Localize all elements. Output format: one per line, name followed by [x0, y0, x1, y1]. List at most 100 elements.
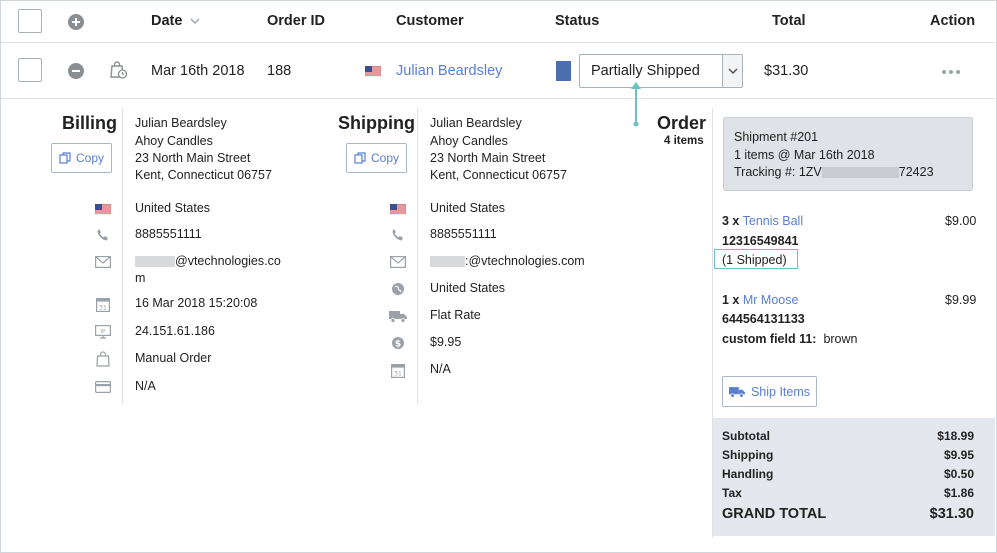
shipped-note: (1 Shipped) [714, 249, 798, 269]
line-item-mr-moose: 1 x Mr Moose [722, 293, 799, 307]
shipping-email-link[interactable]: :@vtechnologies.com [430, 254, 585, 268]
handling-value: $0.50 [943, 467, 974, 481]
status-select[interactable]: Partially Shipped [579, 54, 743, 88]
dollar-coin-icon: $ [389, 335, 407, 351]
redacted-block [430, 256, 465, 268]
tax-label: Tax [722, 486, 742, 500]
svg-text:31: 31 [394, 370, 402, 377]
redacted-block [821, 167, 899, 179]
callout-arrow-icon [631, 82, 641, 127]
billing-email-wrap[interactable]: m [135, 271, 145, 285]
shipping-country-link[interactable]: United States [430, 281, 505, 295]
credit-card-icon [94, 379, 112, 395]
shipping-copy-button[interactable]: Copy [346, 143, 407, 173]
table-row: Mar 16th 2018 188 Julian Beardsley Parti… [1, 43, 995, 99]
order-id-column-header: Order ID [267, 13, 326, 29]
subtotal-value: $18.99 [937, 429, 974, 443]
more-actions-icon[interactable] [942, 70, 960, 74]
billing-date: 16 Mar 2018 15:20:08 [135, 296, 258, 310]
shipping-street: 23 North Main Street [430, 151, 546, 165]
billing-payment: N/A [135, 379, 156, 393]
us-flag-icon [364, 65, 382, 80]
table-header: Date Order ID Customer Status Total Acti… [1, 1, 995, 43]
billing-ip-link[interactable]: 24.151.61.186 [135, 324, 215, 338]
total-column-header: Total [772, 13, 806, 29]
billing-street: 23 North Main Street [135, 151, 251, 165]
billing-divider [122, 108, 123, 404]
billing-copy-button[interactable]: Copy [51, 143, 112, 173]
ip-address-icon: IP [94, 324, 112, 340]
tennis-ball-price: $9.00 [945, 214, 977, 228]
billing-email-link[interactable]: @vtechnologies.co [135, 254, 281, 268]
copy-icon [354, 152, 366, 164]
subtotal-label: Subtotal [722, 429, 770, 443]
sort-chevron-down-icon [190, 18, 200, 25]
chevron-down-icon [722, 55, 742, 87]
svg-text:31: 31 [99, 304, 107, 311]
calendar-icon: 31 [389, 362, 407, 378]
status-column-header: Status [555, 13, 600, 29]
line-item-tennis-ball: 3 x Tennis Ball [722, 214, 804, 228]
order-id: 188 [267, 63, 292, 79]
svg-text:$: $ [395, 339, 401, 349]
calendar-icon: 31 [94, 296, 112, 312]
mr-moose-price: $9.99 [945, 293, 977, 307]
mr-moose-custom-field: custom field 11: brown [722, 332, 858, 346]
billing-company: Ahoy Candles [135, 134, 213, 148]
customer-link[interactable]: Julian Beardsley [396, 63, 502, 79]
shipping-name: Julian Beardsley [430, 116, 522, 130]
shipping-cost: $9.95 [430, 335, 462, 349]
tennis-ball-link[interactable]: Tennis Ball [743, 214, 803, 228]
shipping-phone: 8885551111 [430, 227, 497, 241]
status-color-swatch [556, 61, 571, 81]
shipment-tracking: Tracking #: 1ZV 72423 [734, 165, 934, 179]
action-column-header: Action [930, 13, 976, 29]
ship-items-button[interactable]: Ship Items [722, 376, 817, 407]
shipment-box: Shipment #201 1 items @ Mar 16th 2018 Tr… [723, 117, 973, 191]
truck-icon [728, 386, 745, 398]
mr-moose-sku: 644564131133 [722, 312, 805, 326]
svg-text:IP: IP [101, 329, 107, 335]
copy-icon [59, 152, 71, 164]
grand-total-value: $31.30 [929, 506, 974, 522]
select-all-checkbox[interactable] [18, 9, 42, 33]
shipping-city: Kent, Connecticut 06757 [430, 168, 567, 182]
shipping-divider [417, 108, 418, 404]
truck-icon [389, 308, 407, 324]
expand-all-icon[interactable] [68, 14, 84, 30]
order-total: $31.30 [764, 63, 809, 79]
mr-moose-link[interactable]: Mr Moose [743, 293, 799, 307]
shipping-title: Shipping [338, 113, 415, 133]
shipping-country: United States [430, 201, 506, 215]
billing-source: Manual Order [135, 351, 212, 365]
shipping-date: N/A [430, 362, 451, 376]
row-checkbox[interactable] [18, 58, 42, 82]
customer-column-header: Customer [396, 13, 464, 29]
shipment-link[interactable]: Shipment #201 [734, 130, 818, 144]
shipping-method: Flat Rate [430, 308, 481, 322]
collapse-row-icon[interactable] [68, 63, 84, 79]
us-flag-icon [94, 201, 112, 217]
order-title: Order [657, 113, 707, 133]
redacted-block [135, 256, 175, 268]
tennis-ball-sku: 12316549841 [722, 234, 799, 248]
order-date: Mar 16th 2018 [151, 63, 245, 79]
date-column-header[interactable]: Date [151, 13, 200, 29]
handling-label: Handling [722, 467, 774, 481]
shipping-total-value: $9.95 [943, 448, 974, 462]
billing-phone: 8885551111 [135, 227, 202, 241]
grand-total-label: GRAND TOTAL [722, 506, 827, 522]
billing-country: United States [135, 201, 211, 215]
billing-title: Billing [62, 113, 117, 133]
envelope-icon [389, 254, 407, 270]
ship-items-label: Ship Items [750, 384, 811, 399]
us-flag-icon [389, 201, 407, 217]
phone-icon [94, 227, 112, 243]
shipping-company: Ahoy Candles [430, 134, 508, 148]
shopping-bag-icon [94, 351, 112, 367]
globe-icon [389, 281, 407, 297]
billing-name: Julian Beardsley [135, 116, 227, 130]
billing-copy-label: Copy [75, 151, 104, 165]
shipping-copy-label: Copy [370, 151, 399, 165]
phone-icon [389, 227, 407, 243]
